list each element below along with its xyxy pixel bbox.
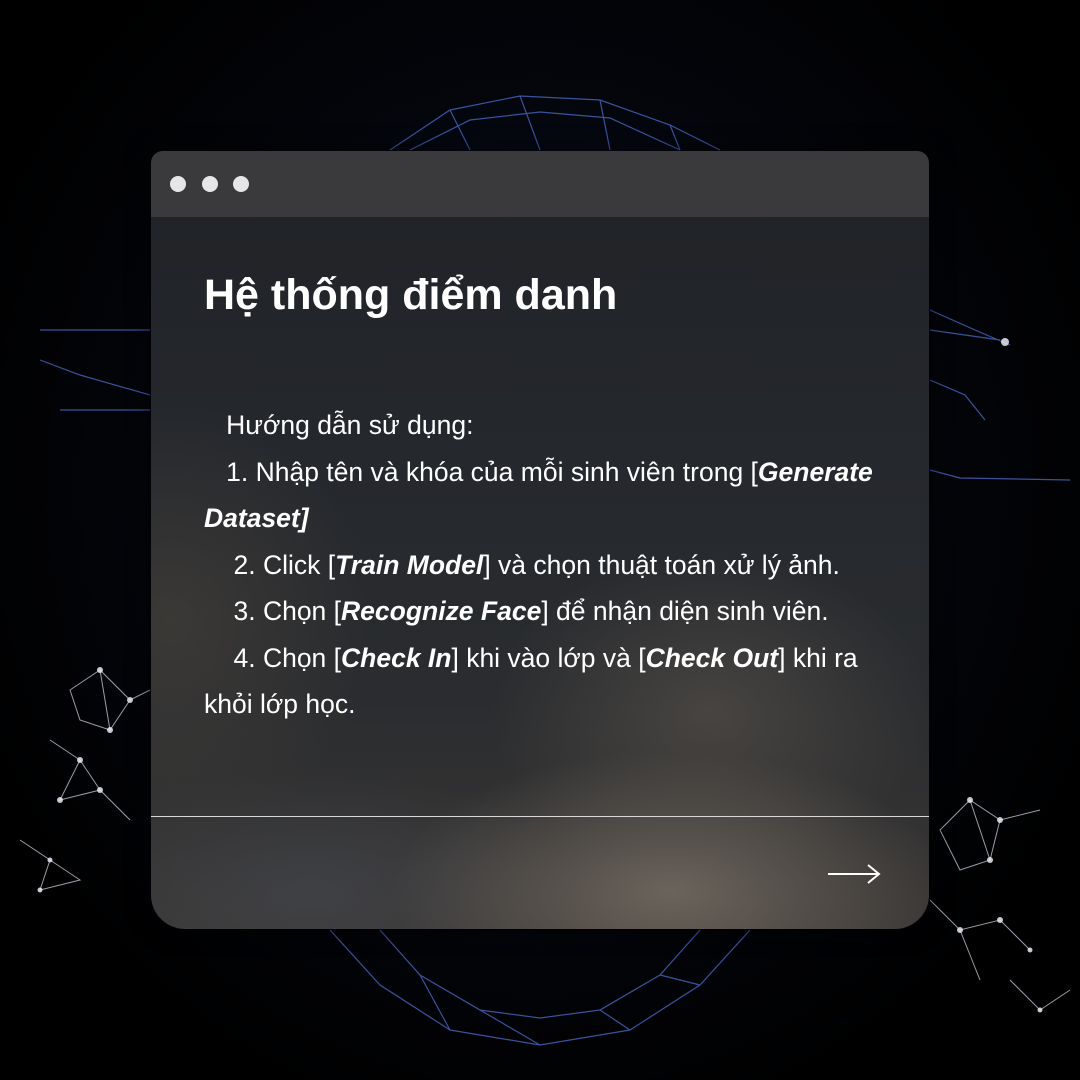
instructions-intro: Hướng dẫn sử dụng: bbox=[204, 402, 884, 449]
step-1: 1. Nhập tên và khóa của mỗi sinh viên tr… bbox=[204, 449, 884, 542]
window-dot-icon[interactable] bbox=[202, 176, 218, 192]
step-text: Chọn [ bbox=[262, 596, 342, 626]
step-text: ] để nhận diện sinh viên. bbox=[541, 596, 829, 626]
step-4: 4. Chọn [Check In] khi vào lớp và [Check… bbox=[204, 635, 884, 728]
step-3: 3. Chọn [Recognize Face] để nhận diện si… bbox=[204, 588, 884, 635]
step-text: Chọn [ bbox=[262, 642, 342, 673]
step-text: ] khi vào lớp và [ bbox=[451, 642, 646, 673]
footer-divider bbox=[151, 816, 929, 817]
step-text: Nhập tên và khóa của mỗi sinh viên trong… bbox=[255, 456, 758, 487]
step-emphasis: Check In bbox=[341, 642, 452, 673]
step-number: 1. bbox=[226, 456, 249, 487]
step-emphasis: Check Out bbox=[645, 642, 779, 673]
step-2: 2. Click [Train Model] và chọn thuật toá… bbox=[204, 542, 884, 589]
window-dot-icon[interactable] bbox=[233, 176, 249, 192]
step-text: ] và chọn thuật toán xử lý ảnh. bbox=[483, 549, 840, 580]
step-number: 3. bbox=[233, 596, 256, 626]
instructions: Hướng dẫn sử dụng: 1. Nhập tên và khóa c… bbox=[204, 402, 884, 728]
step-emphasis: Train Model bbox=[335, 549, 484, 580]
slide-canvas: Hệ thống điểm danh Hướng dẫn sử dụng: 1.… bbox=[0, 0, 1080, 1080]
intro-label: Hướng dẫn sử dụng: bbox=[226, 410, 474, 440]
card-title: Hệ thống điểm danh bbox=[204, 271, 618, 319]
arrow-right-icon[interactable] bbox=[826, 859, 882, 889]
instruction-card: Hệ thống điểm danh Hướng dẫn sử dụng: 1.… bbox=[151, 151, 929, 929]
step-text: Click [ bbox=[262, 549, 336, 580]
window-titlebar bbox=[151, 151, 929, 217]
window-dot-icon[interactable] bbox=[170, 176, 186, 192]
step-emphasis: Recognize Face bbox=[341, 596, 542, 626]
step-number: 4. bbox=[233, 642, 256, 673]
step-number: 2. bbox=[233, 549, 256, 580]
